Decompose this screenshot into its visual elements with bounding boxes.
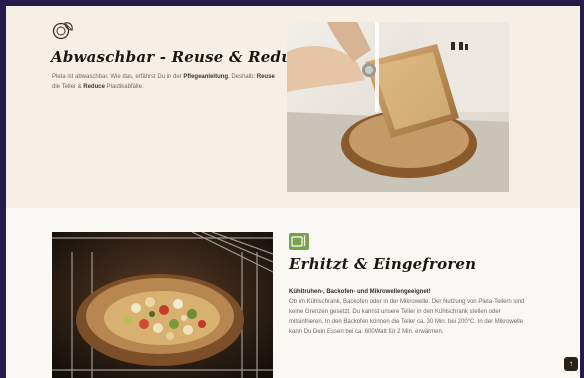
washing-plate-photo xyxy=(287,22,509,192)
microwave-icon xyxy=(289,233,309,250)
scroll-to-top-button[interactable]: ↑ xyxy=(564,357,578,371)
arrow-up-icon: ↑ xyxy=(569,359,573,368)
section-title-reusable: Abwaschbar - Reuse & Reduce xyxy=(51,48,312,66)
oven-plate-photo xyxy=(52,232,273,378)
section-text-reusable: Pleta ist abwaschbar. Wie das, erfährst … xyxy=(52,74,275,90)
section-body-heat: Ob im Kühlschrank, Backofen oder in der … xyxy=(289,299,525,335)
page: Abwaschbar - Reuse & Reduce Pleta ist ab… xyxy=(6,6,580,378)
section-title-heat: Erhitzt & Eingefroren xyxy=(289,255,477,273)
care-instructions-link[interactable]: Pflegeanleitung xyxy=(183,74,228,80)
section-text-heat: Kühltruhen-, Backofen- und Mikrowellenge… xyxy=(289,287,525,337)
plate-leaf-icon xyxy=(52,22,73,40)
section-reusable: Abwaschbar - Reuse & Reduce Pleta ist ab… xyxy=(6,6,580,208)
section-lead-heat: Kühltruhen-, Backofen- und Mikrowellenge… xyxy=(289,289,431,295)
